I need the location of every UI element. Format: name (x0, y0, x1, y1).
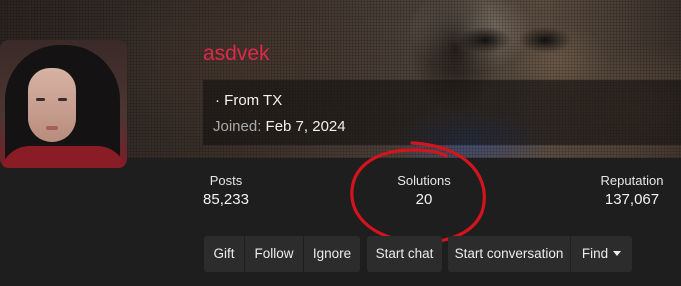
ignore-button[interactable]: Ignore (304, 236, 360, 272)
gift-button[interactable]: Gift (204, 236, 244, 272)
stat-reputation[interactable]: Reputation 137,067 (590, 173, 674, 208)
stat-posts-value[interactable]: 85,233 (190, 191, 262, 208)
avatar-eye-left (36, 98, 45, 101)
follow-button[interactable]: Follow (245, 236, 303, 272)
start-conversation-button[interactable]: Start conversation (448, 236, 570, 272)
stat-solutions-value[interactable]: 20 (384, 191, 464, 208)
stat-reputation-label: Reputation (600, 173, 664, 188)
avatar-shirt (0, 146, 127, 168)
avatar-lips (46, 126, 58, 130)
username[interactable]: asdvek (203, 42, 270, 66)
joined-label: Joined: (213, 118, 262, 135)
stat-posts[interactable]: Posts 85,233 (190, 173, 262, 208)
avatar[interactable] (0, 40, 127, 168)
joined-date: Joined: Feb 7, 2024 (213, 118, 346, 135)
banner-figure-sunglasses (455, 25, 575, 55)
avatar-face (28, 68, 76, 142)
location-text: · From TX (215, 92, 283, 109)
stat-solutions-label: Solutions (397, 173, 451, 188)
profile-info-box (203, 80, 681, 145)
stat-solutions[interactable]: Solutions 20 (384, 173, 464, 208)
find-button-label: Find (581, 246, 609, 261)
avatar-eye-right (58, 98, 67, 101)
stat-reputation-value[interactable]: 137,067 (590, 191, 674, 208)
find-button[interactable]: Find (571, 236, 632, 272)
joined-value: Feb 7, 2024 (265, 118, 346, 135)
start-chat-button[interactable]: Start chat (367, 236, 442, 272)
stat-posts-label: Posts (209, 173, 243, 188)
caret-down-icon (613, 251, 622, 256)
